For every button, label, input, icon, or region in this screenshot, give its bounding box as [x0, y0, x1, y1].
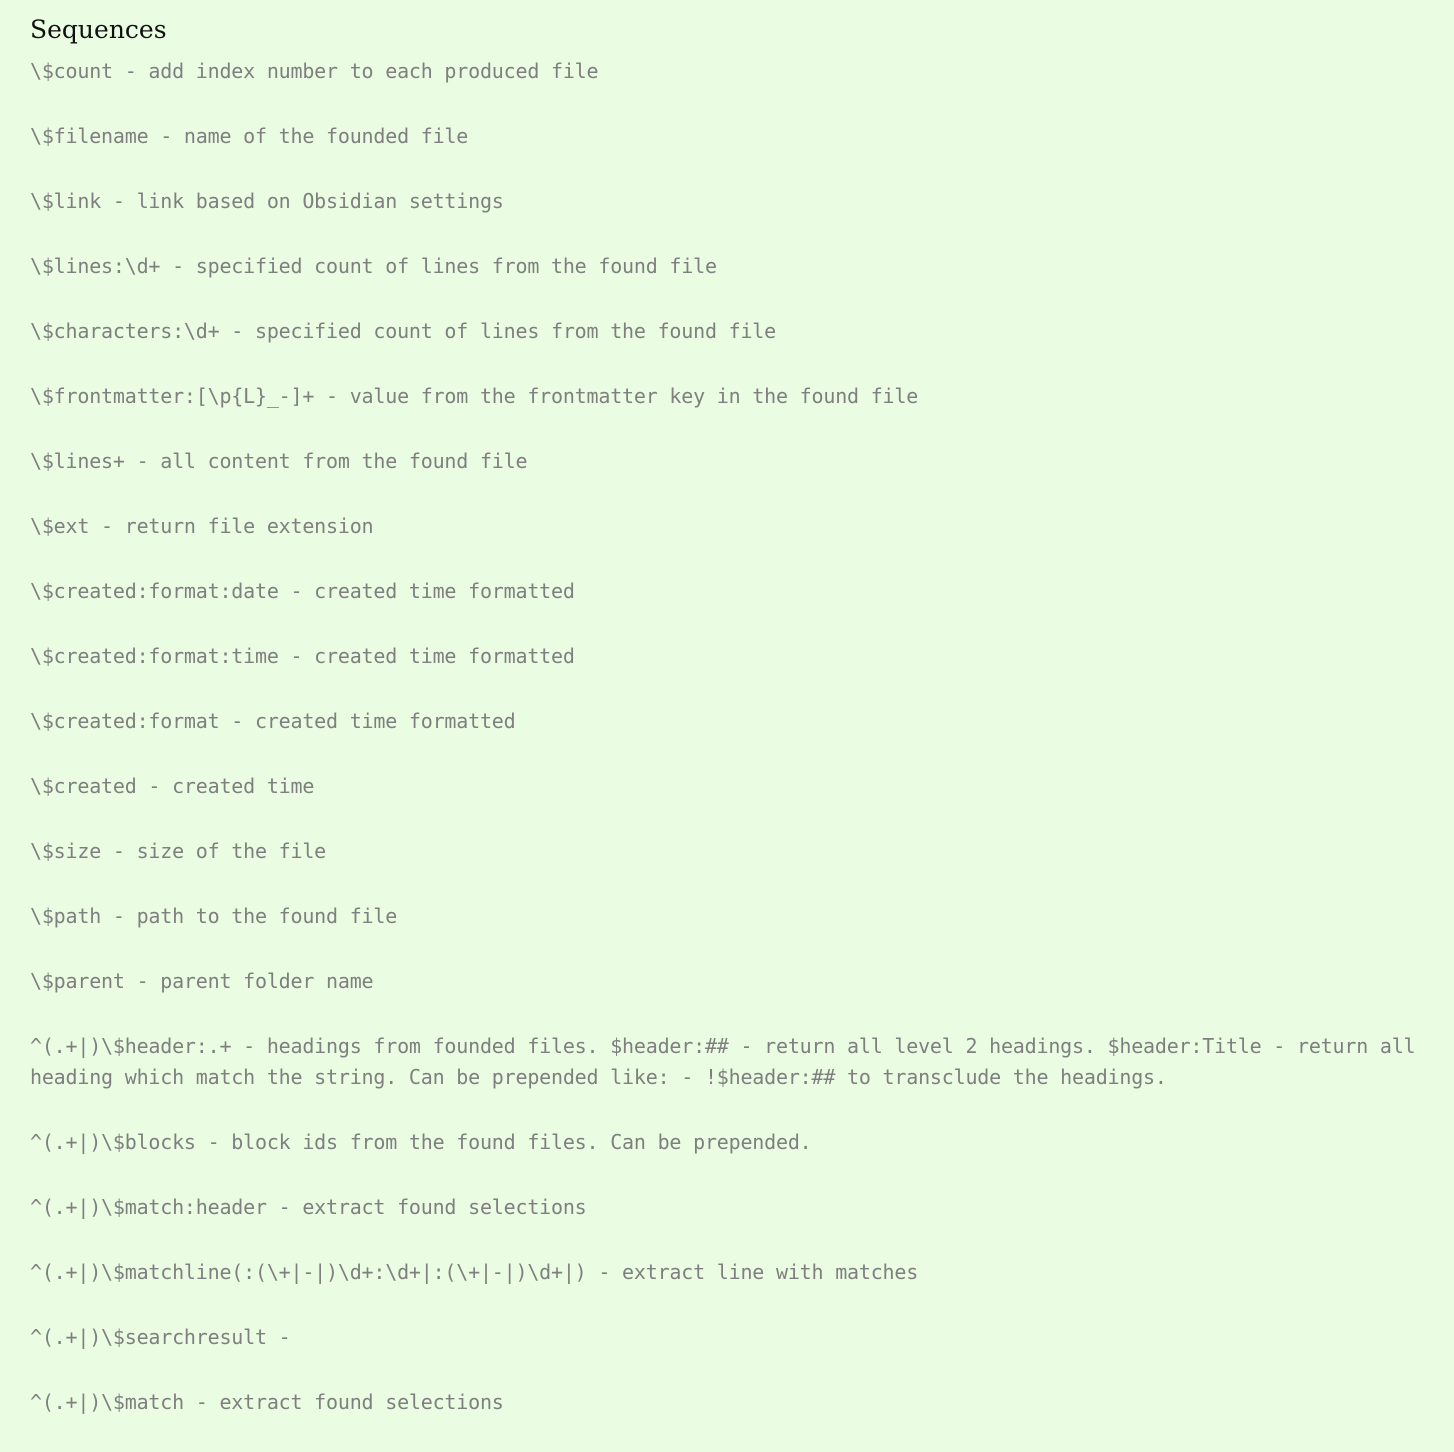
document-page: Sequences \$count - add index number to … — [30, 14, 1440, 1452]
list-item: \$ext - return file extension — [30, 514, 374, 538]
list-item: \$filename - name of the founded file — [30, 124, 469, 148]
list-item: ^(.+|)\$searchresult - — [30, 1325, 291, 1349]
list-item: \$frontmatter:[\p{L}_-]+ - value from th… — [30, 384, 919, 408]
list-item: ^(.+|)\$match - extract found selections — [30, 1390, 504, 1414]
sequence-list: \$count - add index number to each produ… — [30, 56, 1440, 1418]
list-item: \$lines:\d+ - specified count of lines f… — [30, 254, 717, 278]
list-item: ^(.+|)\$match:header - extract found sel… — [30, 1195, 587, 1219]
list-item: \$created:format - created time formatte… — [30, 709, 516, 733]
list-item: \$created:format:date - created time for… — [30, 579, 575, 603]
list-item: ^(.+|)\$matchline(:(\+|-|)\d+:\d+|:(\+|-… — [30, 1260, 919, 1284]
list-item: ^(.+|)\$blocks - block ids from the foun… — [30, 1130, 812, 1154]
list-item: ^(.+|)\$header:.+ - headings from founde… — [30, 1034, 1416, 1089]
list-item: \$created - created time — [30, 774, 315, 798]
list-item: \$lines+ - all content from the found fi… — [30, 449, 528, 473]
list-item: \$link - link based on Obsidian settings — [30, 189, 504, 213]
list-item: \$count - add index number to each produ… — [30, 59, 599, 83]
list-item: \$characters:\d+ - specified count of li… — [30, 319, 776, 343]
list-item: \$created:format:time - created time for… — [30, 644, 575, 668]
page-title: Sequences — [30, 15, 167, 44]
list-item: \$size - size of the file — [30, 839, 327, 863]
list-item: \$parent - parent folder name — [30, 969, 374, 993]
list-item: \$path - path to the found file — [30, 904, 398, 928]
